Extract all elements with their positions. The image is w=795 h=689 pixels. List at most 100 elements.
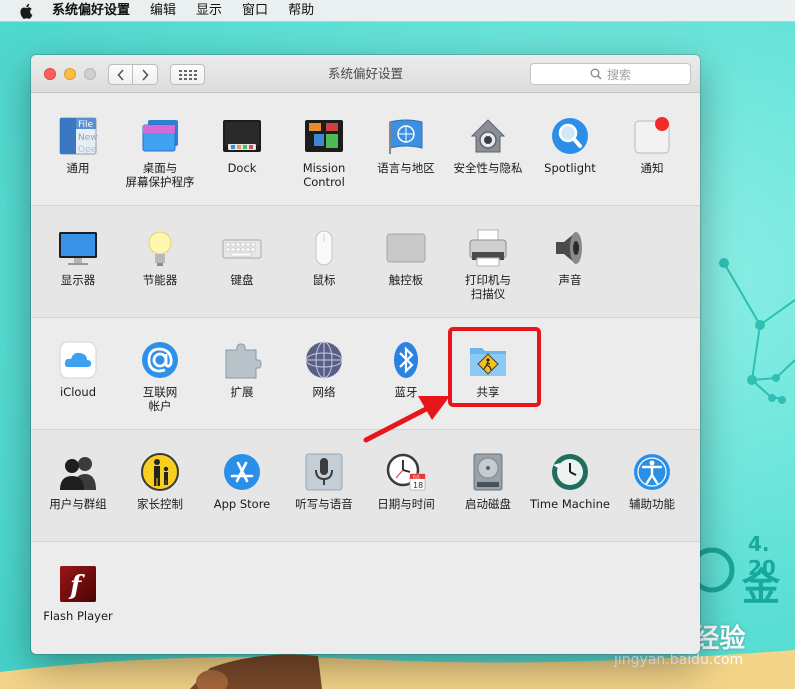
monitor-icon <box>58 228 98 268</box>
pane-security-privacy[interactable]: 安全性与隐私 <box>447 94 529 206</box>
pane-label: 互联网 帐户 <box>142 385 178 413</box>
show-all-button[interactable] <box>170 64 205 85</box>
pane-label: App Store <box>213 497 271 511</box>
pane-spotlight[interactable]: Spotlight <box>529 94 611 206</box>
apple-icon[interactable] <box>18 3 36 19</box>
svg-text:18: 18 <box>413 481 423 490</box>
pane-bluetooth[interactable]: 蓝牙 <box>365 318 447 430</box>
menu-app-name[interactable]: 系统偏好设置 <box>48 0 140 22</box>
pane-date-time[interactable]: JUL 18 日期与时间 <box>365 430 447 542</box>
pane-accessibility[interactable]: 辅助功能 <box>611 430 693 542</box>
window-titlebar: 系统偏好设置 搜索 <box>31 55 700 93</box>
pane-dictation-speech[interactable]: 听写与语音 <box>283 430 365 542</box>
back-button[interactable] <box>108 64 133 85</box>
users-icon <box>58 452 98 492</box>
pane-label: 日期与时间 <box>377 497 435 511</box>
menu-edit[interactable]: 编辑 <box>140 0 186 22</box>
pane-label: 扩展 <box>230 385 254 399</box>
search-input[interactable]: 搜索 <box>530 63 691 85</box>
search-icon <box>590 68 602 80</box>
general-icon: File New Ope <box>58 116 98 156</box>
pane-label: Flash Player <box>43 609 113 623</box>
pane-flash-player[interactable]: f Flash Player <box>37 542 119 654</box>
pane-users-groups[interactable]: 用户与群组 <box>37 430 119 542</box>
zoom-window-button[interactable] <box>84 68 96 80</box>
pane-parental-controls[interactable]: 家长控制 <box>119 430 201 542</box>
pane-label: 用户与群组 <box>49 497 107 511</box>
un-flag-icon <box>386 116 426 156</box>
menu-window[interactable]: 窗口 <box>232 0 278 22</box>
pane-keyboard[interactable]: 键盘 <box>201 206 283 318</box>
pane-mouse[interactable]: 鼠标 <box>283 206 365 318</box>
close-window-button[interactable] <box>44 68 56 80</box>
pane-label: 家长控制 <box>137 497 183 511</box>
grid-icon <box>178 69 197 80</box>
pane-label: 键盘 <box>230 273 254 287</box>
minimize-window-button[interactable] <box>64 68 76 80</box>
pane-label: 语言与地区 <box>377 161 435 175</box>
pane-time-machine[interactable]: Time Machine <box>529 430 611 542</box>
house-lock-icon <box>468 116 508 156</box>
parental-controls-icon <box>140 452 180 492</box>
microphone-icon <box>304 452 344 492</box>
accessibility-icon <box>632 452 672 492</box>
chevron-right-icon <box>142 68 149 81</box>
pane-displays[interactable]: 显示器 <box>37 206 119 318</box>
clock-calendar-icon: JUL 18 <box>386 452 426 492</box>
pane-label: 启动磁盘 <box>465 497 511 511</box>
dock-icon <box>222 116 262 156</box>
at-sign-icon <box>140 340 180 380</box>
pane-label: 通用 <box>66 161 90 175</box>
section-other: f Flash Player <box>31 542 700 654</box>
pane-internet-accounts[interactable]: 互联网 帐户 <box>119 318 201 430</box>
search-placeholder: 搜索 <box>606 67 631 82</box>
pane-language-region[interactable]: 语言与地区 <box>365 94 447 206</box>
section-personal: File New Ope 通用 桌面与 屏幕保护程序 Dock Mission … <box>31 94 700 206</box>
pane-desktop-screensaver[interactable]: 桌面与 屏幕保护程序 <box>119 94 201 206</box>
svg-text:File: File <box>78 120 94 130</box>
pane-startup-disk[interactable]: 启动磁盘 <box>447 430 529 542</box>
icloud-icon <box>58 340 98 380</box>
pane-label: Dock <box>227 161 257 175</box>
pane-icloud[interactable]: iCloud <box>37 318 119 430</box>
pane-label: iCloud <box>59 385 97 399</box>
pane-label: 节能器 <box>142 273 178 287</box>
pane-label: 声音 <box>558 273 582 287</box>
pane-label: 显示器 <box>60 273 96 287</box>
pane-label: 打印机与 扫描仪 <box>465 273 511 301</box>
pane-label: 网络 <box>312 385 336 399</box>
pane-trackpad[interactable]: 触控板 <box>365 206 447 318</box>
pane-sound[interactable]: 声音 <box>529 206 611 318</box>
section-internet-wireless: iCloud 互联网 帐户 扩展 网络 蓝牙 共享 <box>31 318 700 430</box>
app-store-icon <box>222 452 262 492</box>
pane-extensions[interactable]: 扩展 <box>201 318 283 430</box>
pane-dock[interactable]: Dock <box>201 94 283 206</box>
pane-label: 听写与语音 <box>295 497 353 511</box>
pane-label: 鼠标 <box>312 273 336 287</box>
pane-label: 蓝牙 <box>394 385 418 399</box>
system-preferences-window: 系统偏好设置 搜索 File New Ope 通用 桌面与 屏幕保护程序 Doc… <box>31 55 700 654</box>
pane-label: 安全性与隐私 <box>453 161 523 175</box>
trackpad-icon <box>386 228 426 268</box>
pane-printers-scanners[interactable]: 打印机与 扫描仪 <box>447 206 529 318</box>
chevron-left-icon <box>116 68 124 81</box>
pane-notifications[interactable]: 通知 <box>611 94 693 206</box>
menu-bar: 系统偏好设置 编辑 显示 窗口 帮助 <box>0 0 795 22</box>
lightbulb-icon <box>140 228 180 268</box>
mission-control-icon <box>304 116 344 156</box>
menu-help[interactable]: 帮助 <box>278 0 324 22</box>
pane-label: 触控板 <box>388 273 424 287</box>
pane-energy-saver[interactable]: 节能器 <box>119 206 201 318</box>
pane-network[interactable]: 网络 <box>283 318 365 430</box>
pane-general[interactable]: File New Ope 通用 <box>37 94 119 206</box>
forward-button[interactable] <box>133 64 158 85</box>
notifications-icon <box>632 116 672 156</box>
menu-view[interactable]: 显示 <box>186 0 232 22</box>
svg-text:New: New <box>78 133 98 143</box>
section-system: 用户与群组 家长控制 App Store 听写与语音 JUL 18 日期与时间 … <box>31 430 700 542</box>
section-hardware: 显示器 节能器 键盘 鼠标 触控板 打印机与 扫描仪 声音 <box>31 206 700 318</box>
pane-mission-control[interactable]: Mission Control <box>283 94 365 206</box>
pane-app-store[interactable]: App Store <box>201 430 283 542</box>
pane-label: 桌面与 屏幕保护程序 <box>125 161 195 189</box>
sharing-highlight-box <box>448 327 541 407</box>
